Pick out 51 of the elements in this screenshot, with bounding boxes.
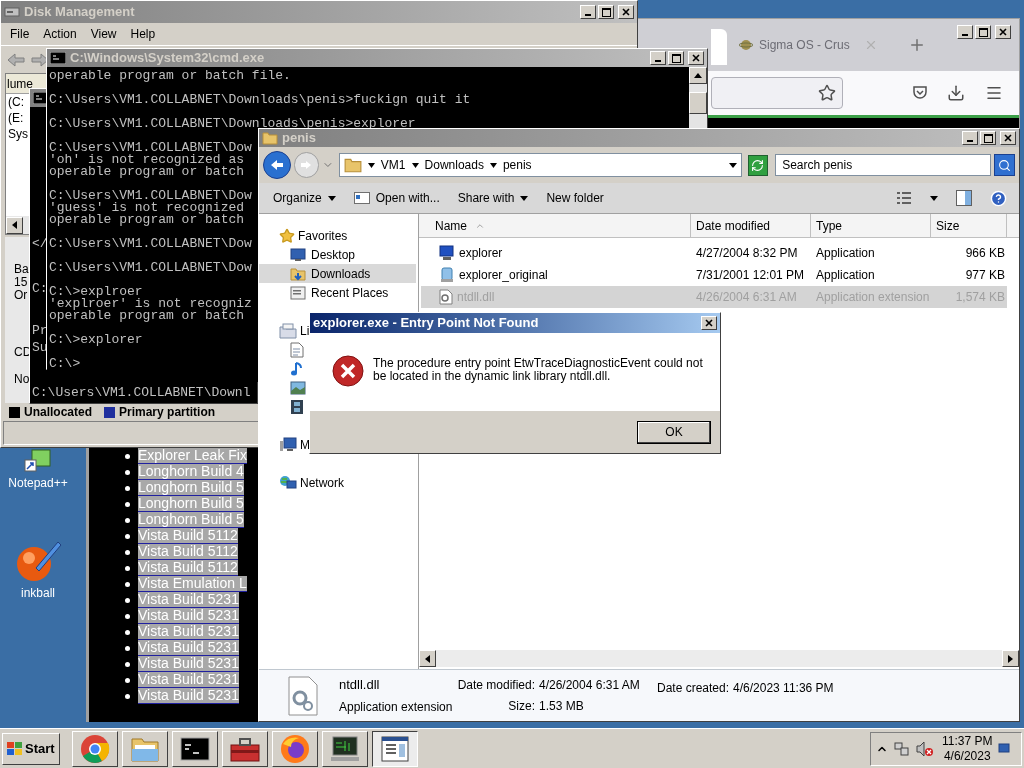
console-text: Su <box>32 342 48 354</box>
console-line: 'oh' is not recognized as <box>49 154 245 166</box>
legend-label: Unallocated <box>24 404 92 421</box>
date-cell-text: 4/27/2004 8:32 PM <box>695 245 799 262</box>
console-line: C:\Users\VM1.COLLABNET\Dow <box>49 238 252 250</box>
field-value: 4/6/2023 11:36 PM <box>733 680 834 697</box>
console-line: C:\Users\VM1.COLLABNET\Downloads\penis>explorer <box>49 118 416 130</box>
console-text: C: <box>32 283 48 295</box>
file-name: explorer_original <box>459 267 548 284</box>
window-title: Disk Management <box>24 3 136 22</box>
volume-name: (C: <box>8 94 24 111</box>
disk-label: Ba <box>14 263 29 276</box>
console-line: operable program or batch file. <box>49 70 291 82</box>
console-line: 'guess' is not recognized <box>49 202 245 214</box>
dialog-title: explorer.exe - Entry Point Not Found <box>313 314 540 333</box>
console-line: C:\Users\VM1.COLLABNET\Dow <box>49 190 252 202</box>
file-name: explorer <box>459 245 503 262</box>
disk-label: No <box>14 373 30 386</box>
console-line: operable program or batch <box>49 166 245 178</box>
volume-name: Sys <box>8 126 28 143</box>
disk-label: Or <box>14 289 28 302</box>
console-text: </ <box>32 238 48 250</box>
error-message: The procedure entry point EtwTraceDiagnosticEvent could not be located in the dynamic link library ntdll.dll. <box>373 357 704 383</box>
volume-name: (E: <box>8 110 24 127</box>
console-line: C:\Users\VM1.COLLABNET\Downloads\penis>fuckign quit it <box>49 94 471 106</box>
type-cell-text: Application <box>815 245 876 262</box>
field-label: Date created: <box>657 680 730 697</box>
legend-label: Primary partition <box>119 404 216 421</box>
field-value: 1.53 MB <box>539 698 585 715</box>
window-title: C:\Windows\System32\cmd.exe <box>70 49 266 68</box>
size-cell-text: 977 KB <box>964 267 1005 284</box>
size-cell-text: 966 KB <box>964 245 1005 262</box>
field-label: Date modified: <box>457 677 535 694</box>
console-line: C:\>explroer <box>49 286 143 298</box>
field-label: Size: <box>507 698 535 715</box>
file-name: ntdll.dll <box>339 676 380 695</box>
date-cell-text: 7/31/2001 12:01 PM <box>695 267 806 284</box>
console-line: operable program or batch <box>49 310 245 322</box>
console-line: C:\Users\VM1.COLLABNET\Downl <box>32 387 251 399</box>
type-cell-text: Application <box>815 267 876 284</box>
window-title: penis <box>282 129 317 148</box>
console-line: C:\> <box>49 358 81 370</box>
console-line: operable program or batch <box>49 214 245 226</box>
disk-label: 15 <box>14 276 28 289</box>
field-value: 4/26/2004 6:31 AM <box>539 677 641 694</box>
console-line: C:\>explorer <box>49 334 143 346</box>
console-text: Pr <box>32 325 48 337</box>
console-line: C:\Users\VM1.COLLABNET\Dow <box>49 262 252 274</box>
console-line: C:\Users\VM1.COLLABNET\Dow <box>49 142 252 154</box>
file-type: Application extension <box>339 698 453 716</box>
console-line: 'explroer' is not recogniz <box>49 298 252 310</box>
